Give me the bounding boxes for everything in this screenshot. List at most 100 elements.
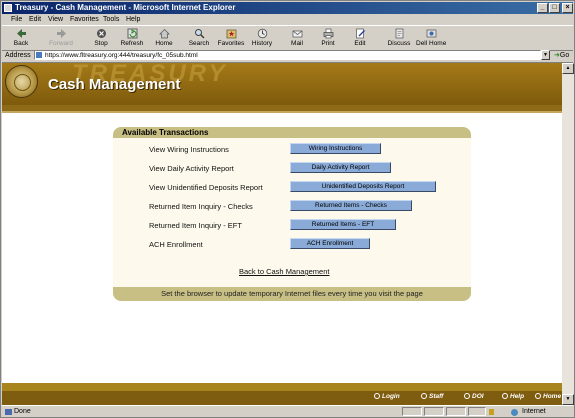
menu-tools[interactable]: Tools bbox=[103, 14, 119, 25]
scroll-up-arrow-icon[interactable]: ▲ bbox=[562, 63, 574, 74]
status-bar: Done Internet bbox=[2, 405, 573, 418]
stop-label: Stop bbox=[94, 40, 108, 47]
dell-home-label: Dell Home bbox=[416, 40, 447, 47]
banner: TREASURY Cash Management bbox=[2, 63, 562, 113]
window-title: Treasury - Cash Management - Microsoft I… bbox=[15, 3, 236, 12]
history-icon bbox=[257, 28, 267, 39]
menu-edit[interactable]: Edit bbox=[29, 14, 41, 25]
forward-arrow-icon bbox=[56, 29, 66, 38]
home-button[interactable]: Home bbox=[149, 27, 179, 49]
forward-label: Forward bbox=[49, 40, 73, 47]
back-button[interactable]: Back bbox=[6, 27, 36, 49]
address-input[interactable]: https://www.fltreasury.org:444/treasury/… bbox=[34, 50, 541, 60]
returned-items-checks-button[interactable]: Returned Items - Checks bbox=[290, 200, 412, 211]
menu-favorites[interactable]: Favorites bbox=[70, 14, 99, 25]
print-label: Print bbox=[321, 40, 335, 47]
maximize-button[interactable]: □ bbox=[549, 3, 560, 13]
dell-home-icon bbox=[426, 29, 436, 38]
status-text: Done bbox=[14, 408, 31, 415]
internet-zone-icon bbox=[511, 409, 518, 416]
security-zone: Internet bbox=[522, 408, 546, 415]
menu-help[interactable]: Help bbox=[126, 14, 140, 25]
ach-enrollment-button[interactable]: ACH Enrollment bbox=[290, 238, 370, 249]
favorites-button[interactable]: Favorites bbox=[216, 27, 246, 49]
nav-doi[interactable]: DOI bbox=[464, 393, 484, 400]
address-label: Address bbox=[5, 52, 31, 59]
panel-header: Available Transactions bbox=[113, 127, 471, 138]
forward-button[interactable]: Forward bbox=[46, 27, 76, 49]
row-label-returned-eft: Returned Item Inquiry - EFT bbox=[149, 221, 242, 230]
back-to-cash-management-link[interactable]: Back to Cash Management bbox=[239, 267, 329, 276]
dell-home-button[interactable]: Dell Home bbox=[416, 27, 446, 49]
bottom-navigation: Login Staff DOI Help Home bbox=[2, 391, 562, 405]
treasury-seal-logo bbox=[5, 65, 38, 98]
discuss-label: Discuss bbox=[387, 40, 411, 47]
mail-button[interactable]: Mail bbox=[282, 27, 312, 49]
scroll-down-arrow-icon[interactable]: ▼ bbox=[562, 394, 574, 405]
printer-icon bbox=[323, 28, 333, 39]
mail-label: Mail bbox=[291, 40, 303, 47]
go-label: Go bbox=[559, 52, 570, 59]
nav-staff[interactable]: Staff bbox=[421, 393, 443, 400]
transactions-panel: Available Transactions View Wiring Instr… bbox=[113, 127, 471, 301]
nav-staff-label: Staff bbox=[429, 393, 444, 400]
discuss-button[interactable]: Discuss bbox=[384, 27, 414, 49]
page-icon bbox=[36, 52, 42, 58]
ie-icon bbox=[4, 4, 12, 12]
back-label: Back bbox=[13, 40, 29, 47]
panel-footer: Set the browser to update temporary Inte… bbox=[113, 287, 471, 301]
refresh-icon bbox=[127, 28, 137, 39]
secure-lock-icon bbox=[489, 409, 494, 415]
menu-bar: File Edit View Favorites Tools Help bbox=[2, 14, 573, 25]
favorites-icon bbox=[226, 29, 236, 39]
address-dropdown[interactable]: ▼ bbox=[541, 50, 550, 60]
home-label: Home bbox=[155, 40, 173, 47]
search-label: Search bbox=[188, 40, 210, 47]
stop-icon bbox=[96, 29, 106, 38]
nav-doi-label: DOI bbox=[472, 393, 484, 400]
row-label-unidentified-deposits: View Unidentified Deposits Report bbox=[149, 183, 263, 192]
nav-login[interactable]: Login bbox=[374, 393, 400, 400]
panel-title: Available Transactions bbox=[122, 128, 209, 137]
close-button[interactable]: × bbox=[562, 3, 573, 13]
unidentified-deposits-report-button[interactable]: Unidentified Deposits Report bbox=[290, 181, 436, 192]
nav-home-label: Home bbox=[543, 393, 562, 400]
edit-label: Edit bbox=[354, 40, 366, 47]
toolbar: Back Forward Stop Refresh Home Search Fa… bbox=[2, 25, 573, 51]
edit-icon bbox=[355, 28, 365, 39]
address-bar: Address https://www.fltreasury.org:444/t… bbox=[2, 49, 573, 63]
refresh-button[interactable]: Refresh bbox=[117, 27, 147, 49]
help-icon bbox=[502, 393, 508, 399]
vertical-scrollbar[interactable]: ▲ ▼ bbox=[562, 63, 574, 405]
home-icon bbox=[158, 29, 170, 39]
page-title: Cash Management bbox=[48, 76, 181, 93]
stop-button[interactable]: Stop bbox=[86, 27, 116, 49]
search-icon bbox=[194, 29, 205, 39]
nav-help-label: Help bbox=[510, 393, 525, 400]
minimize-button[interactable]: _ bbox=[537, 3, 548, 13]
nav-home[interactable]: Home bbox=[535, 393, 561, 400]
wiring-instructions-button[interactable]: Wiring Instructions bbox=[290, 143, 381, 154]
edit-button[interactable]: Edit bbox=[345, 27, 375, 49]
search-button[interactable]: Search bbox=[184, 27, 214, 49]
menu-file[interactable]: File bbox=[11, 14, 22, 25]
home-nav-icon bbox=[535, 393, 541, 399]
history-button[interactable]: History bbox=[247, 27, 277, 49]
discuss-icon bbox=[395, 28, 403, 39]
login-icon bbox=[374, 393, 380, 399]
row-label-daily-activity: View Daily Activity Report bbox=[149, 164, 234, 173]
row-label-ach-enrollment: ACH Enrollment bbox=[149, 240, 203, 249]
returned-items-eft-button[interactable]: Returned Items - EFT bbox=[290, 219, 396, 230]
menu-view[interactable]: View bbox=[48, 14, 63, 25]
mail-icon bbox=[292, 30, 302, 38]
print-button[interactable]: Print bbox=[313, 27, 343, 49]
refresh-label: Refresh bbox=[120, 40, 144, 47]
doi-icon bbox=[464, 393, 470, 399]
go-button[interactable]: ➜Go bbox=[554, 49, 569, 62]
nav-help[interactable]: Help bbox=[502, 393, 524, 400]
daily-activity-report-button[interactable]: Daily Activity Report bbox=[290, 162, 391, 173]
row-label-wiring: View Wiring Instructions bbox=[149, 145, 229, 154]
nav-login-label: Login bbox=[382, 393, 400, 400]
staff-icon bbox=[421, 393, 427, 399]
title-bar: Treasury - Cash Management - Microsoft I… bbox=[2, 2, 573, 14]
